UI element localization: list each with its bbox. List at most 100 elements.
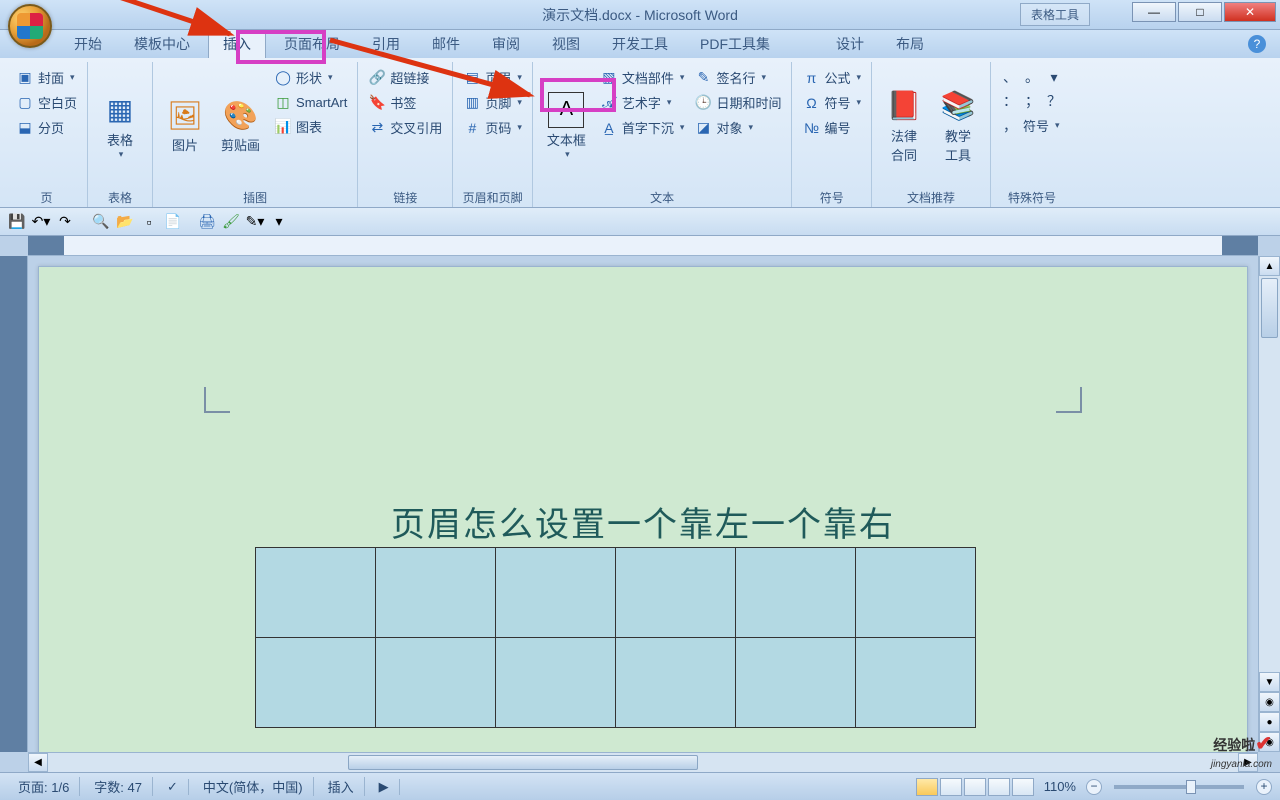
- horizontal-scrollbar[interactable]: ◀ ▶: [28, 752, 1258, 772]
- view-draft[interactable]: [1012, 778, 1034, 796]
- formula-button[interactable]: π公式: [798, 66, 865, 89]
- status-words[interactable]: 字数: 47: [84, 777, 153, 796]
- blank-page-button[interactable]: ▢空白页: [12, 91, 81, 114]
- sigline-label: 签名行: [716, 68, 755, 87]
- hscroll-thumb[interactable]: [348, 755, 698, 770]
- contextual-tab-label: 表格工具: [1020, 3, 1090, 26]
- crossref-button[interactable]: ⇄交叉引用: [364, 116, 446, 139]
- open-icon[interactable]: 📂: [116, 213, 134, 231]
- cover-icon: ▣: [16, 69, 34, 87]
- tab-pdftools[interactable]: PDF工具集: [686, 30, 784, 58]
- clipart-button[interactable]: 🎨剪贴画: [213, 64, 268, 187]
- margin-marker-tr: [1056, 387, 1082, 413]
- document-table[interactable]: [255, 547, 976, 728]
- table-button[interactable]: ▦表格: [94, 64, 146, 187]
- symbols-more-button[interactable]: ，符号: [997, 114, 1067, 137]
- minimize-button[interactable]: —: [1132, 2, 1176, 22]
- law-button[interactable]: 📕法律 合同: [878, 64, 930, 187]
- new-icon[interactable]: ▫: [140, 213, 158, 231]
- view-outline[interactable]: [988, 778, 1010, 796]
- zoom-in-button[interactable]: +: [1256, 779, 1272, 795]
- arrow-to-insert: [110, 0, 250, 49]
- scroll-left-button[interactable]: ◀: [28, 753, 48, 772]
- dropcap-button[interactable]: A̲首字下沉: [596, 116, 689, 139]
- zoom-knob[interactable]: [1186, 780, 1196, 794]
- shapes-icon: ◯: [274, 69, 292, 87]
- number-icon: №: [802, 119, 820, 137]
- close-button[interactable]: ✕: [1224, 2, 1276, 22]
- status-page[interactable]: 页面: 1/6: [8, 777, 80, 796]
- tab-developer[interactable]: 开发工具: [598, 30, 682, 58]
- tab-design[interactable]: 设计: [822, 30, 878, 58]
- object-button[interactable]: ◪对象: [690, 116, 785, 139]
- document-heading[interactable]: 页眉怎么设置一个靠左一个靠右: [39, 497, 1247, 546]
- hscroll-track[interactable]: [48, 753, 1238, 772]
- number-button[interactable]: №编号: [798, 116, 865, 139]
- cover-page-button[interactable]: ▣封面: [12, 66, 81, 89]
- sigline-icon: ✎: [694, 69, 712, 87]
- more-icon: ▾: [1045, 68, 1063, 86]
- vscroll-track[interactable]: [1259, 276, 1280, 672]
- clipart-label: 剪贴画: [221, 135, 260, 154]
- zoom-slider[interactable]: [1114, 785, 1244, 789]
- status-language[interactable]: 中文(简体，中国): [193, 777, 314, 796]
- redo-icon[interactable]: ↷: [56, 213, 74, 231]
- zoom-out-button[interactable]: −: [1086, 779, 1102, 795]
- maximize-button[interactable]: □: [1178, 2, 1222, 22]
- help-button[interactable]: ?: [1248, 35, 1266, 53]
- vertical-scrollbar[interactable]: ▲ ▼ ◉ ● ◉: [1258, 256, 1280, 752]
- semi-icon: ；: [1023, 92, 1041, 110]
- chart-icon: 📊: [274, 118, 292, 136]
- prev-page-button[interactable]: ◉: [1259, 692, 1280, 712]
- brush-icon[interactable]: 🖌: [222, 213, 240, 231]
- table-label: 表格: [107, 130, 133, 149]
- pagenum-button[interactable]: #页码: [459, 116, 526, 139]
- undo-icon[interactable]: ↶▾: [32, 213, 50, 231]
- sp-row2[interactable]: ：；？: [997, 90, 1067, 112]
- doc-icon[interactable]: 📄: [164, 213, 182, 231]
- document-area[interactable]: 页眉怎么设置一个靠左一个靠右: [28, 256, 1258, 752]
- status-macro[interactable]: ▶: [369, 779, 400, 795]
- preview-icon[interactable]: 🔍: [92, 213, 110, 231]
- group-tables: ▦表格 表格: [88, 62, 153, 207]
- status-spellcheck[interactable]: ✓: [157, 779, 189, 795]
- qat-more-icon[interactable]: ▾: [270, 213, 288, 231]
- group-illustrations: 🖼图片 🎨剪贴画 ◯形状 ◫SmartArt 📊图表 插图: [153, 62, 358, 207]
- sp-row1[interactable]: 、。▾: [997, 66, 1067, 88]
- tab-layout[interactable]: 布局: [882, 30, 938, 58]
- vertical-ruler[interactable]: [0, 256, 28, 752]
- group-hf-label: 页眉和页脚: [459, 187, 526, 207]
- datetime-icon: 🕒: [694, 94, 712, 112]
- zoom-value[interactable]: 110%: [1044, 779, 1076, 794]
- group-special-symbols: 、。▾ ：；？ ，符号 特殊符号: [991, 62, 1073, 207]
- scroll-up-button[interactable]: ▲: [1259, 256, 1280, 276]
- scroll-down-button[interactable]: ▼: [1259, 672, 1280, 692]
- dropcap-label: 首字下沉: [622, 118, 674, 137]
- view-print-layout[interactable]: [916, 778, 938, 796]
- picture-button[interactable]: 🖼图片: [159, 64, 211, 187]
- view-fullscreen[interactable]: [940, 778, 962, 796]
- symbol-button[interactable]: Ω符号: [798, 91, 865, 114]
- browse-button[interactable]: ●: [1259, 712, 1280, 732]
- page[interactable]: 页眉怎么设置一个靠左一个靠右: [38, 266, 1248, 752]
- crossref-label: 交叉引用: [390, 118, 442, 137]
- save-icon[interactable]: 💾: [8, 213, 26, 231]
- group-illustrations-label: 插图: [159, 187, 351, 207]
- view-web[interactable]: [964, 778, 986, 796]
- object-label: 对象: [716, 118, 742, 137]
- edu-button[interactable]: 📚教学 工具: [932, 64, 984, 187]
- chart-button[interactable]: 📊图表: [270, 115, 351, 138]
- tab-home[interactable]: 开始: [60, 30, 116, 58]
- highlight-icon[interactable]: ✎▾: [246, 213, 264, 231]
- datetime-button[interactable]: 🕒日期和时间: [690, 91, 785, 114]
- table-row[interactable]: [256, 638, 976, 728]
- horizontal-ruler[interactable]: [28, 236, 1258, 256]
- table-row[interactable]: [256, 548, 976, 638]
- page-break-button[interactable]: ⬓分页: [12, 116, 81, 139]
- vscroll-thumb[interactable]: [1261, 278, 1278, 338]
- group-text-label: 文本: [539, 187, 786, 207]
- print-icon[interactable]: 🖨: [198, 213, 216, 231]
- status-mode[interactable]: 插入: [318, 777, 365, 796]
- sigline-button[interactable]: ✎签名行: [690, 66, 785, 89]
- office-button[interactable]: [8, 4, 52, 48]
